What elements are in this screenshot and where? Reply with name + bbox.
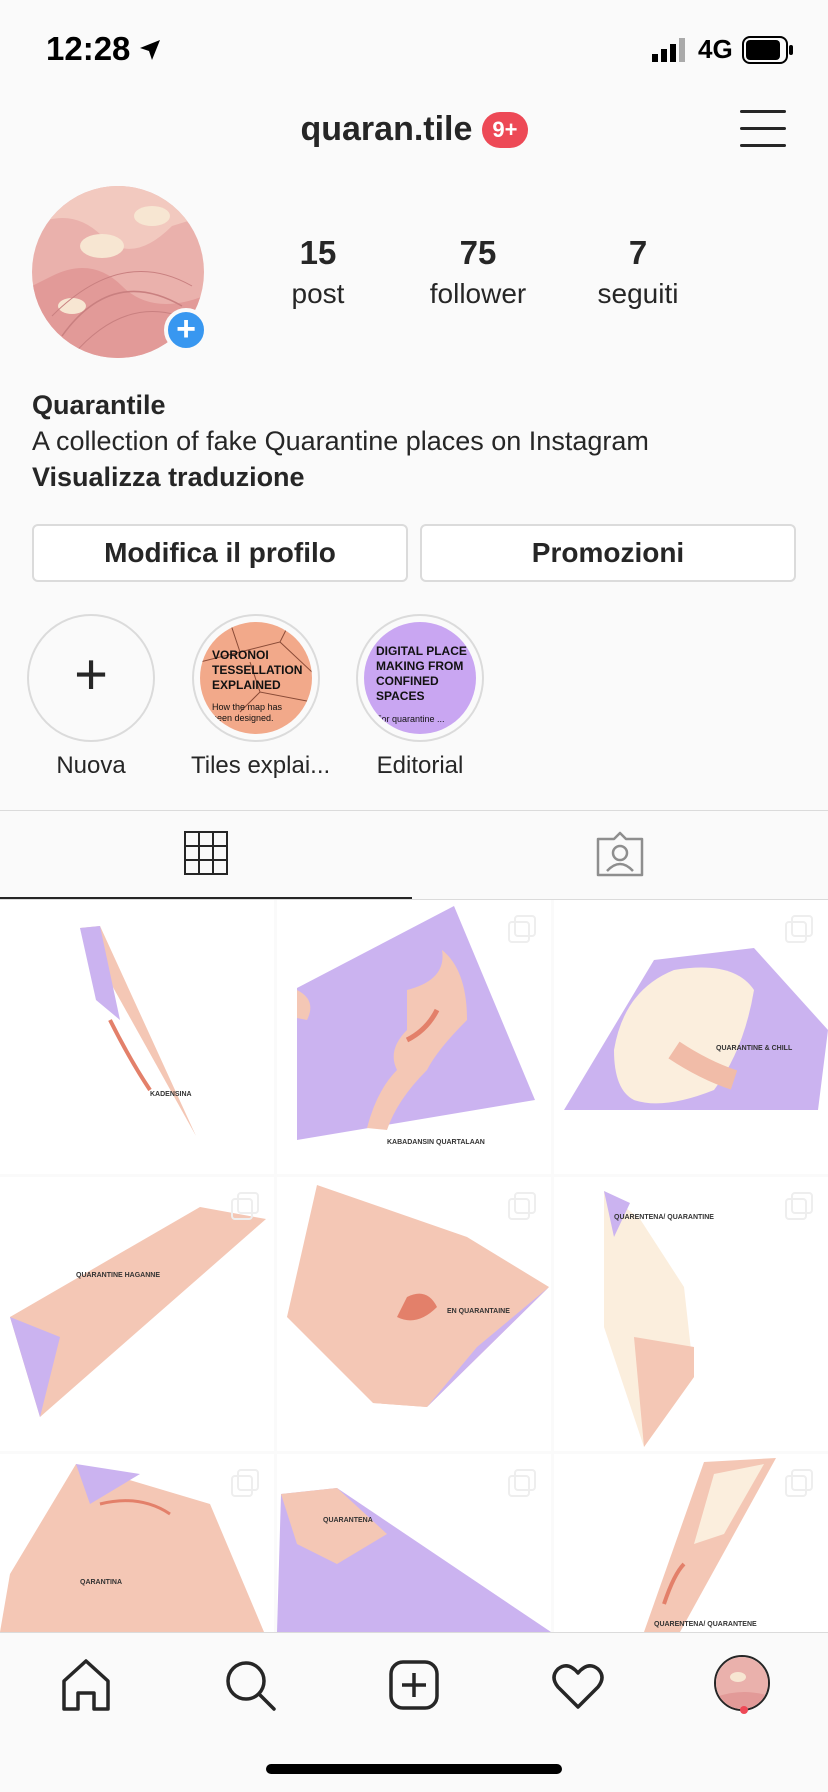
highlight-title: VORONOI TESSELLATION EXPLAINED <box>212 648 303 692</box>
profile-name: Quarantile <box>32 390 166 420</box>
post-tile[interactable]: KABADANSIN QUARTALAAN <box>277 900 551 1174</box>
search-icon[interactable] <box>220 1655 280 1715</box>
status-bar: 12:28 4G <box>0 0 828 100</box>
network-label: 4G <box>698 34 733 64</box>
post-tile[interactable]: EN QUARANTAINE <box>277 1177 551 1451</box>
post-map-label: KADENSINA <box>150 1091 192 1098</box>
highlight-subtitle: How the map has been designed. <box>212 702 283 723</box>
highlight-ring[interactable]: VORONOI TESSELLATION EXPLAINED How the m… <box>192 614 320 742</box>
stat-posts[interactable]: 15 post <box>248 234 388 310</box>
post-map-label: KABADANSIN QUARTALAAN <box>387 1139 485 1146</box>
heart-icon[interactable] <box>548 1655 608 1715</box>
post-tile[interactable]: QUARANTINE & CHILL <box>554 900 828 1174</box>
profile-bio: A collection of fake Quarantine places o… <box>32 426 649 456</box>
post-tile[interactable]: KADENSINA <box>0 900 274 1174</box>
stat-label: follower <box>429 278 527 309</box>
multiple-photos-icon <box>231 1192 259 1220</box>
plus-icon: + <box>74 642 108 707</box>
multiple-photos-icon <box>785 1469 813 1497</box>
multiple-photos-icon <box>508 1192 536 1220</box>
hamburger-menu-icon[interactable] <box>740 110 786 150</box>
post-map-label: QARANTINA <box>80 1579 122 1586</box>
translate-link[interactable]: Visualizza traduzione <box>32 462 305 493</box>
home-icon[interactable] <box>56 1655 116 1715</box>
multiple-photos-icon <box>231 915 259 943</box>
grid-icon <box>184 831 228 875</box>
add-story-button[interactable]: + <box>164 308 208 352</box>
multiple-photos-icon <box>508 1469 536 1497</box>
multiple-photos-icon <box>231 1469 259 1497</box>
multiple-photos-icon <box>785 915 813 943</box>
tab-tagged[interactable] <box>414 811 826 899</box>
stat-value: 15 <box>299 234 337 271</box>
post-map-label: QUARANTINE & CHILL <box>716 1045 793 1052</box>
post-tile[interactable]: QUARANTINE HAGANNE <box>0 1177 274 1451</box>
multiple-photos-icon <box>785 1192 813 1220</box>
username[interactable]: quaran.tile <box>300 110 472 149</box>
multiple-photos-icon <box>508 915 536 943</box>
new-post-icon[interactable] <box>384 1655 444 1715</box>
highlight-editorial[interactable]: DIGITAL PLACE MAKING FROM CONFINED SPACE… <box>355 614 485 780</box>
promotions-button[interactable]: Promozioni <box>420 524 796 582</box>
stat-value: 75 <box>459 234 497 271</box>
battery-icon <box>742 36 793 64</box>
highlight-tiles-explained[interactable]: VORONOI TESSELLATION EXPLAINED How the m… <box>191 614 331 780</box>
signal-icon <box>652 38 685 62</box>
post-map-label: QUARANTENA <box>323 1517 373 1524</box>
post-map-label: QUARENTENA/ QUARANTENE <box>654 1621 757 1628</box>
highlight-ring[interactable]: DIGITAL PLACE MAKING FROM CONFINED SPACE… <box>356 614 484 742</box>
highlight-ring[interactable]: + <box>27 614 155 742</box>
post-grid: KADENSINA KABADANSIN QUARTALAAN QUARANTI… <box>0 900 828 1632</box>
post-tile[interactable]: QUARENTENA/ QUARANTINE <box>554 1177 828 1451</box>
profile-avatar-icon[interactable] <box>714 1655 770 1711</box>
stat-label: seguiti <box>597 278 679 309</box>
status-time: 12:28 <box>46 30 131 67</box>
post-map-label: QUARANTINE HAGANNE <box>76 1272 160 1279</box>
post-tile[interactable]: QARANTINA <box>0 1454 274 1632</box>
highlight-label: Tiles explai... <box>191 752 331 779</box>
post-map-label: EN QUARANTAINE <box>447 1308 510 1315</box>
tab-grid[interactable] <box>0 811 412 899</box>
stat-followers[interactable]: 75 follower <box>408 234 548 310</box>
edit-profile-button[interactable]: Modifica il profilo <box>32 524 408 582</box>
tagged-icon <box>596 831 644 877</box>
home-indicator[interactable] <box>266 1764 562 1774</box>
stat-following[interactable]: 7 seguiti <box>568 234 708 310</box>
activity-dot <box>740 1706 748 1714</box>
highlight-cover: DIGITAL PLACE MAKING FROM CONFINED SPACE… <box>364 622 476 734</box>
post-map-label: QUARENTENA/ QUARANTINE <box>614 1214 714 1221</box>
post-tile[interactable]: QUARANTENA <box>277 1454 551 1632</box>
stat-value: 7 <box>628 234 648 271</box>
highlight-new[interactable]: + Nuova <box>26 614 156 780</box>
stat-label: post <box>291 278 345 309</box>
profile-header: quaran.tile 9+ <box>0 110 828 158</box>
highlight-subtitle: For quarantine ... <box>376 714 445 724</box>
notification-badge[interactable]: 9+ <box>482 111 528 148</box>
highlight-label: Editorial <box>376 752 464 779</box>
highlight-label: Nuova <box>56 752 126 779</box>
highlight-title: DIGITAL PLACE MAKING FROM CONFINED SPACE… <box>376 644 467 703</box>
location-arrow-icon <box>140 40 160 60</box>
highlight-cover: VORONOI TESSELLATION EXPLAINED How the m… <box>200 622 312 734</box>
post-tile[interactable]: QUARENTENA/ QUARANTENE <box>554 1454 828 1632</box>
